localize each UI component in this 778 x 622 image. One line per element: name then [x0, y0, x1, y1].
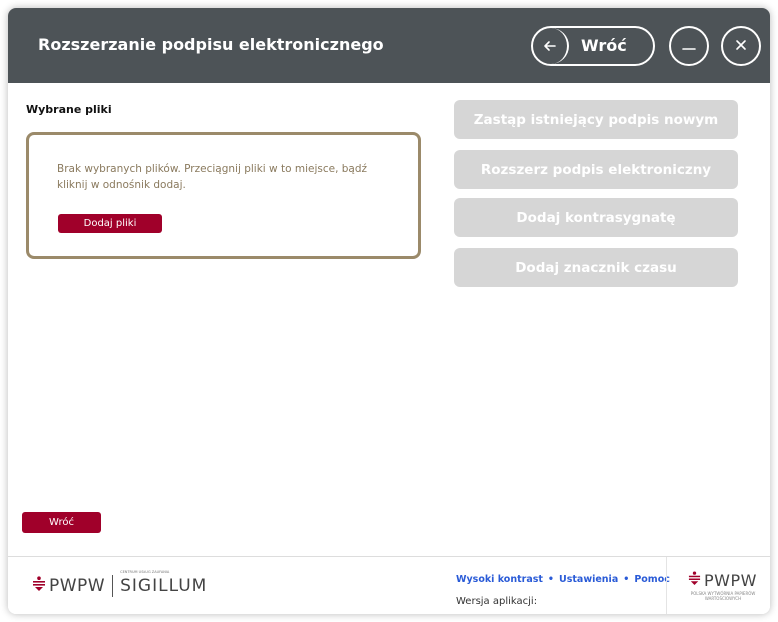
- pwpw-emblem-icon: [688, 571, 701, 590]
- header-back-button[interactable]: Wróć: [531, 26, 655, 66]
- footer-divider: [666, 557, 667, 614]
- pwpw-right-logo-subtitle: POLSKA WYTWÓRNIA PAPIERÓW WARTOŚCIOWYCH: [690, 591, 756, 601]
- back-button[interactable]: Wróć: [22, 512, 101, 533]
- pwpw-emblem-icon: [32, 576, 46, 596]
- app-version: Wersja aplikacji:: [456, 596, 538, 607]
- minimize-icon: [681, 36, 697, 56]
- arrow-left-icon: [533, 28, 569, 64]
- high-contrast-link[interactable]: Wysoki kontrast: [456, 574, 543, 585]
- minimize-button[interactable]: [669, 26, 709, 66]
- pwpw-sigillum-logo: PWPW CENTRUM USŁUG ZAUFANIA SIGILLUM: [32, 570, 208, 597]
- pwpw-logo-text: PWPW: [49, 576, 106, 596]
- close-icon: [734, 37, 748, 56]
- window-title: Rozszerzanie podpisu elektronicznego: [38, 35, 384, 54]
- close-button[interactable]: [721, 26, 761, 66]
- app-window: Rozszerzanie podpisu elektronicznego Wró…: [8, 8, 770, 614]
- link-separator: •: [623, 574, 630, 585]
- selected-files-label: Wybrane pliki: [26, 103, 112, 116]
- add-files-button[interactable]: Dodaj pliki: [58, 214, 162, 233]
- title-bar: Rozszerzanie podpisu elektronicznego Wró…: [8, 8, 770, 83]
- settings-link[interactable]: Ustawienia: [559, 574, 618, 585]
- sigillum-text: SIGILLUM: [120, 576, 208, 596]
- add-countersignature-button[interactable]: Dodaj kontrasygnatę: [454, 198, 738, 237]
- help-link[interactable]: Pomoc: [634, 574, 670, 585]
- add-timestamp-button[interactable]: Dodaj znacznik czasu: [454, 248, 738, 287]
- link-separator: •: [547, 574, 554, 585]
- pwpw-right-logo-text: PWPW: [704, 571, 757, 590]
- sigillum-logo: CENTRUM USŁUG ZAUFANIA SIGILLUM: [120, 570, 208, 596]
- pwpw-logo-right: PWPW POLSKA WYTWÓRNIA PAPIERÓW WARTOŚCIO…: [688, 571, 768, 601]
- footer-links: Wysoki kontrast • Ustawienia • Pomoc: [456, 574, 670, 585]
- footer: PWPW CENTRUM USŁUG ZAUFANIA SIGILLUM Wys…: [8, 556, 770, 614]
- dropzone-empty-text: Brak wybranych plików. Przeciągnij pliki…: [57, 163, 368, 191]
- replace-signature-button[interactable]: Zastąp istniejący podpis nowym: [454, 100, 738, 139]
- header-back-label: Wróć: [581, 36, 627, 55]
- logo-divider: [112, 575, 114, 597]
- sigillum-subtitle: CENTRUM USŁUG ZAUFANIA: [120, 570, 170, 574]
- file-dropzone[interactable]: Brak wybranych plików. Przeciągnij pliki…: [26, 132, 421, 259]
- extend-signature-button[interactable]: Rozszerz podpis elektroniczny: [454, 150, 738, 189]
